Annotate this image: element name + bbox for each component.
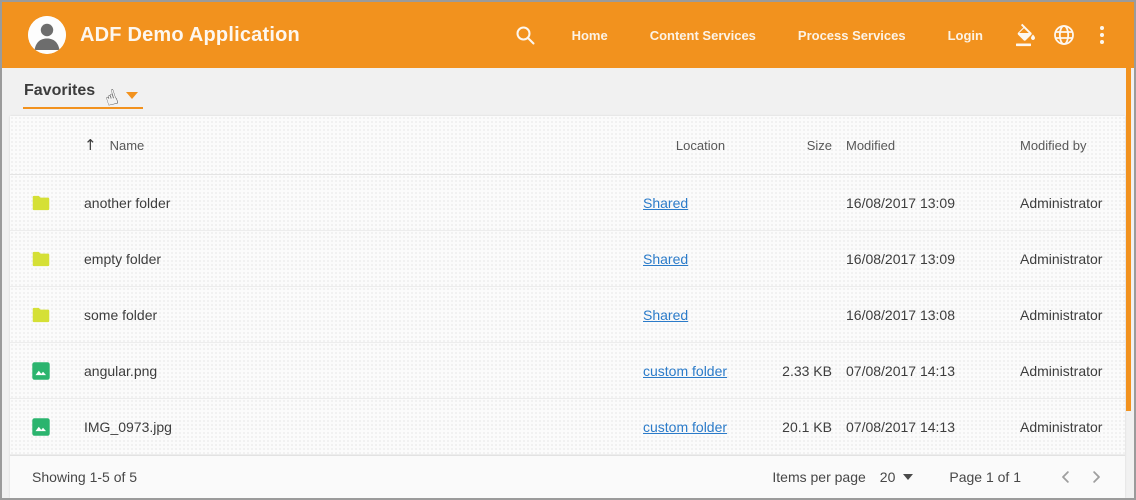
- document-list-panel: ↑ Name Location Size Modified Modified b…: [10, 116, 1125, 498]
- row-location-link[interactable]: Shared: [643, 307, 688, 323]
- row-name: IMG_0973.jpg: [84, 419, 629, 435]
- nav-item-home[interactable]: Home: [551, 18, 629, 53]
- page-indicator: Page 1 of 1: [949, 469, 1021, 485]
- main-nav: Home Content Services Process Services L…: [551, 18, 1004, 53]
- toolbar: Favorites ☝: [2, 68, 1134, 116]
- previous-page-button[interactable]: [1051, 462, 1081, 492]
- color-fill-icon[interactable]: [1012, 21, 1040, 49]
- folder-icon: [30, 304, 52, 326]
- row-location-link[interactable]: Shared: [643, 251, 688, 267]
- folder-icon: [30, 248, 52, 270]
- next-page-button[interactable]: [1081, 462, 1111, 492]
- row-name: some folder: [84, 307, 629, 323]
- row-name: another folder: [84, 195, 629, 211]
- row-location-link[interactable]: Shared: [643, 195, 688, 211]
- row-modified: 16/08/2017 13:09: [846, 251, 1006, 267]
- column-header-name[interactable]: ↑ Name: [84, 136, 629, 154]
- row-modified: 16/08/2017 13:08: [846, 307, 1006, 323]
- table-row[interactable]: some folder Shared 16/08/2017 13:08 Admi…: [10, 287, 1125, 343]
- sort-ascending-icon: ↑: [84, 136, 97, 154]
- more-menu-icon[interactable]: [1088, 21, 1116, 49]
- table-row[interactable]: another folder Shared 16/08/2017 13:09 A…: [10, 175, 1125, 231]
- items-per-page-select[interactable]: 20: [880, 469, 914, 485]
- row-modified-by: Administrator: [1020, 195, 1102, 211]
- language-globe-icon[interactable]: [1050, 21, 1078, 49]
- title-underline: [23, 107, 143, 109]
- page-title[interactable]: Favorites: [24, 82, 95, 100]
- app-header: ADF Demo Application Home Content Servic…: [2, 2, 1134, 68]
- row-modified: 16/08/2017 13:09: [846, 195, 1006, 211]
- row-modified: 07/08/2017 14:13: [846, 363, 1006, 379]
- column-header-size[interactable]: Size: [772, 138, 832, 153]
- table-body: another folder Shared 16/08/2017 13:09 A…: [10, 175, 1125, 455]
- row-modified-by: Administrator: [1020, 419, 1102, 435]
- nav-item-process-services[interactable]: Process Services: [777, 18, 927, 53]
- row-name: angular.png: [84, 363, 629, 379]
- avatar[interactable]: [28, 16, 66, 54]
- row-modified: 07/08/2017 14:13: [846, 419, 1006, 435]
- app-title: ADF Demo Application: [80, 24, 300, 47]
- dropdown-caret-icon[interactable]: [126, 92, 138, 99]
- nav-item-login[interactable]: Login: [927, 18, 1004, 53]
- row-size: 20.1 KB: [772, 419, 832, 435]
- image-file-icon: [30, 416, 52, 438]
- row-location-link[interactable]: custom folder: [643, 363, 727, 379]
- table-header-row: ↑ Name Location Size Modified Modified b…: [10, 116, 1125, 175]
- row-location-link[interactable]: custom folder: [643, 419, 727, 435]
- showing-label: Showing 1-5 of 5: [32, 469, 137, 485]
- table-row[interactable]: IMG_0973.jpg custom folder 20.1 KB 07/08…: [10, 399, 1125, 455]
- column-header-modified-by[interactable]: Modified by: [1020, 138, 1101, 153]
- column-header-modified[interactable]: Modified: [846, 138, 1006, 153]
- table-row[interactable]: angular.png custom folder 2.33 KB 07/08/…: [10, 343, 1125, 399]
- pagination-bar: Showing 1-5 of 5 Items per page 20 Page …: [10, 455, 1125, 498]
- column-header-location[interactable]: Location: [643, 138, 758, 153]
- items-per-page-label: Items per page: [772, 469, 865, 485]
- row-modified-by: Administrator: [1020, 307, 1102, 323]
- folder-icon: [30, 192, 52, 214]
- items-per-page-caret-icon: [903, 474, 913, 480]
- row-size: 2.33 KB: [772, 363, 832, 379]
- user-avatar-icon: [28, 16, 66, 54]
- app-window: ADF Demo Application Home Content Servic…: [0, 0, 1136, 500]
- image-file-icon: [30, 360, 52, 382]
- scroll-accent-strip[interactable]: [1126, 68, 1131, 411]
- row-modified-by: Administrator: [1020, 251, 1102, 267]
- items-per-page-value: 20: [880, 469, 896, 485]
- row-modified-by: Administrator: [1020, 363, 1102, 379]
- nav-item-content-services[interactable]: Content Services: [629, 18, 777, 53]
- search-icon[interactable]: [513, 23, 537, 47]
- row-name: empty folder: [84, 251, 629, 267]
- table-row[interactable]: empty folder Shared 16/08/2017 13:09 Adm…: [10, 231, 1125, 287]
